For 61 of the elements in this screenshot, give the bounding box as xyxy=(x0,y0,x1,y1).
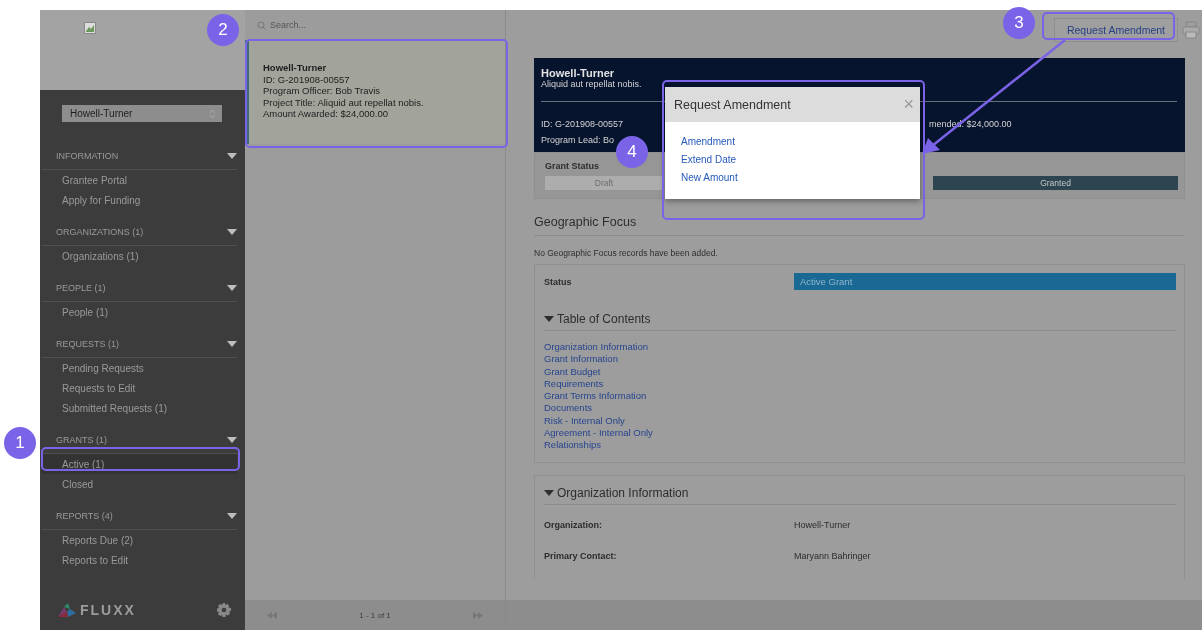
caret-icon[interactable] xyxy=(227,437,237,443)
caret-icon[interactable] xyxy=(227,229,237,235)
toc-link[interactable]: Grant Terms Information xyxy=(544,390,1176,403)
toc-link[interactable]: Requirements xyxy=(544,377,1176,391)
section-heading: REQUESTS (1) xyxy=(56,339,119,349)
field-value: Maryann Bahringer xyxy=(794,550,872,561)
sidebar-item[interactable]: Closed xyxy=(42,474,237,494)
sidebar-item[interactable]: Grantee Portal xyxy=(42,170,237,190)
sidebar-item[interactable]: Reports Due (2) xyxy=(42,530,237,550)
sidebar-item[interactable]: Pending Requests xyxy=(42,358,237,378)
amendment-option-link[interactable]: New Amount xyxy=(681,172,738,183)
caret-icon[interactable] xyxy=(227,341,237,347)
toc-link[interactable]: Risk - Internal Only xyxy=(544,414,1176,428)
organization-select[interactable]: Howell-Turner xyxy=(62,105,222,122)
step-number: 3 xyxy=(1003,7,1035,39)
close-button[interactable]: × xyxy=(903,94,914,115)
status-step: Granted xyxy=(933,176,1178,190)
section-heading: Organization Information xyxy=(557,485,689,500)
sidebar-item[interactable]: Submitted Requests (1) xyxy=(42,398,237,418)
sidebar-item[interactable]: People (1) xyxy=(42,302,237,322)
broken-image-icon xyxy=(84,22,96,34)
section-heading: ORGANIZATIONS (1) xyxy=(56,227,144,237)
field-label: Status xyxy=(544,276,573,287)
section-heading: PEOPLE (1) xyxy=(56,283,106,293)
amendment-option-link[interactable]: Extend Date xyxy=(681,154,737,165)
request-amendment-button[interactable]: Request Amendment xyxy=(1053,18,1178,42)
section-heading: Table of Contents xyxy=(557,312,651,326)
caret-icon[interactable] xyxy=(227,285,237,291)
search-icon xyxy=(257,20,266,30)
status-value: Active Grant xyxy=(794,273,1176,290)
settings-icon[interactable] xyxy=(217,603,231,617)
grant-card[interactable]: Howell-Turner ID: G-201908-00557 Program Officer: Bob Travis Project Title: Aliquid aut repellat nobis. Amount Awarded: $24,000.00 xyxy=(245,40,505,144)
search-field[interactable]: Search... xyxy=(245,10,505,40)
field-label: Organization: xyxy=(544,519,603,530)
caret-icon[interactable] xyxy=(544,316,554,322)
dialog-title: Request Amendment xyxy=(674,97,791,112)
sidebar-item[interactable]: Apply for Funding xyxy=(42,190,237,210)
step-number: 1 xyxy=(4,427,36,459)
section-heading: REPORTS (4) xyxy=(56,511,113,521)
toc-link[interactable]: Grant Budget xyxy=(544,365,1176,378)
caret-icon[interactable] xyxy=(227,153,237,159)
toc-link[interactable]: Documents xyxy=(544,402,1176,415)
sidebar-item[interactable]: Reports to Edit xyxy=(42,550,237,570)
section-heading: INFORMATION xyxy=(56,151,119,161)
sidebar-item[interactable]: Requests to Edit xyxy=(42,378,237,398)
field-value: Howell-Turner xyxy=(794,519,852,530)
logo: FLUXX xyxy=(58,602,136,618)
page-count: 1 - 1 of 1 xyxy=(359,610,391,620)
stepper-icon xyxy=(209,108,216,119)
section-heading: GRANTS (1) xyxy=(56,435,107,445)
caret-icon[interactable] xyxy=(227,513,237,519)
toc-link[interactable]: Relationships xyxy=(544,439,1176,452)
sidebar-item[interactable]: Organizations (1) xyxy=(42,246,237,266)
amendment-option-link[interactable]: Amendment xyxy=(681,136,735,147)
toc-link[interactable]: Organization Information xyxy=(544,341,1176,354)
field-label: Primary Contact: xyxy=(544,550,618,561)
toc-link[interactable]: Grant Information xyxy=(544,353,1176,366)
caret-icon[interactable] xyxy=(544,489,554,496)
status-step: Draft xyxy=(545,176,663,190)
toc-link[interactable]: Agreement - Internal Only xyxy=(544,427,1176,440)
empty-note: No Geographic Focus records have been added. xyxy=(534,247,719,260)
